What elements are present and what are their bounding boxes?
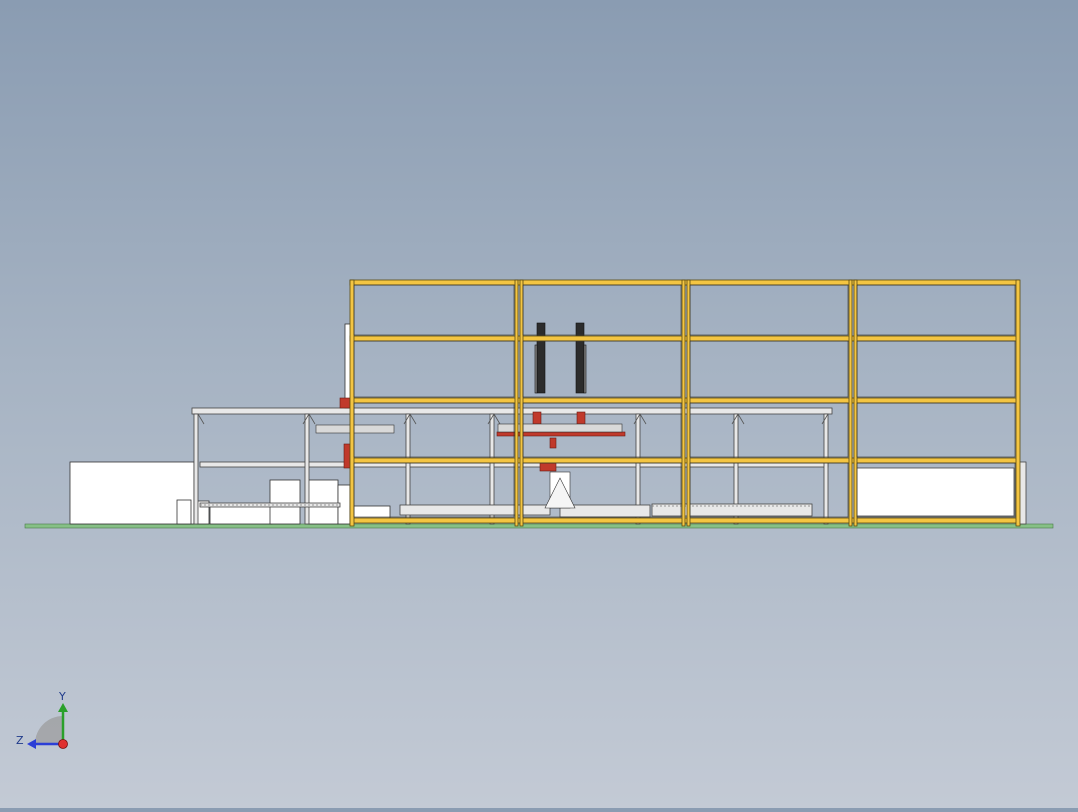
- z-axis-label: Z: [16, 734, 24, 747]
- cad-3d-viewport[interactable]: Y Z: [0, 0, 1078, 808]
- z-axis-arrow-icon: [27, 739, 36, 749]
- frame-bay-outline: [689, 284, 849, 336]
- view-triad[interactable]: Y Z: [16, 690, 68, 749]
- right-enclosure-panel: [855, 467, 1015, 517]
- frame-column: [519, 279, 524, 527]
- frame-bay-outline: [353, 340, 515, 398]
- vertical-columns-center: [534, 322, 587, 394]
- x-axis-dot-icon: [58, 739, 68, 749]
- frame-column: [681, 279, 686, 527]
- frame-bay-outline: [856, 340, 1016, 398]
- y-axis-label: Y: [58, 690, 66, 703]
- frame-bay-outline: [856, 402, 1016, 458]
- frame-column: [686, 279, 691, 527]
- frame-bay-outline: [522, 340, 682, 398]
- frame-bay-outline: [353, 284, 515, 336]
- triad-shading: [35, 716, 63, 744]
- y-axis-arrow-icon: [58, 703, 68, 712]
- frame-column: [848, 279, 853, 527]
- model-view: Y Z: [16, 279, 1054, 749]
- frame-column: [514, 279, 519, 527]
- frame-bay-outline: [522, 284, 682, 336]
- frame-column: [349, 279, 355, 527]
- frame-bay-outline: [689, 340, 849, 398]
- left-equipment: [69, 461, 391, 525]
- frame-bay-outline: [856, 284, 1016, 336]
- ground-plane: [24, 523, 1054, 529]
- frame-column: [1015, 279, 1021, 527]
- frame-column: [853, 279, 858, 527]
